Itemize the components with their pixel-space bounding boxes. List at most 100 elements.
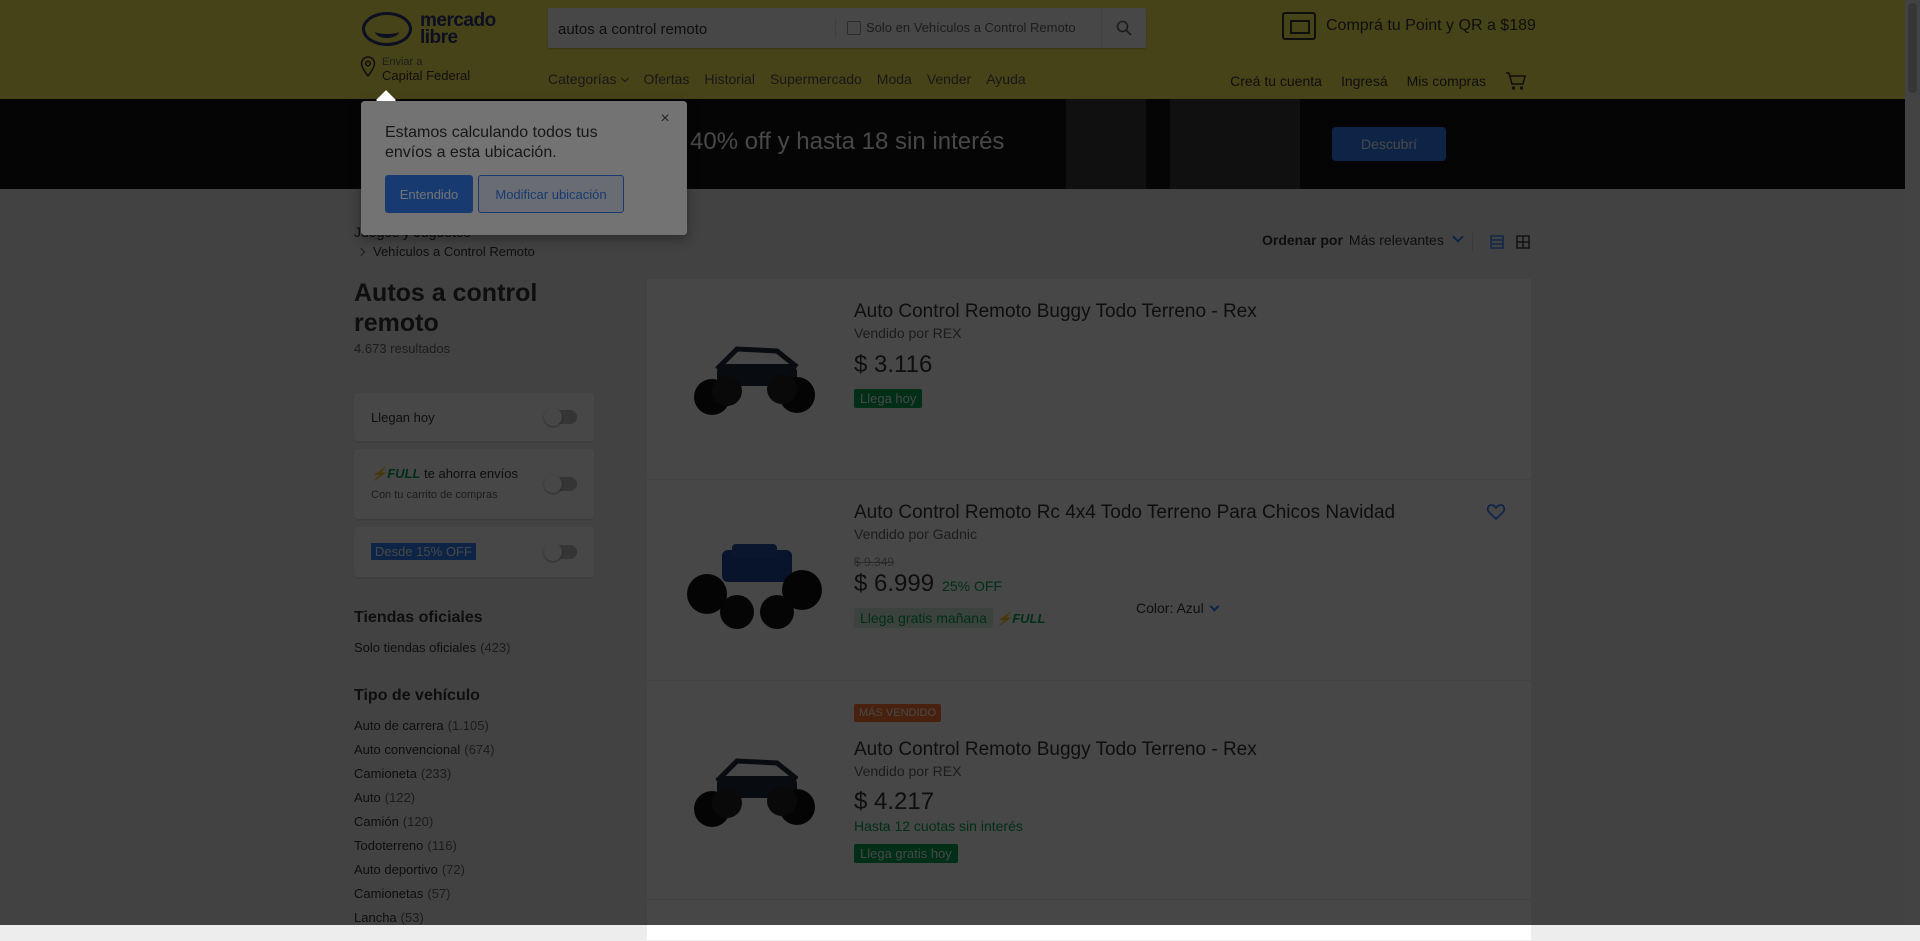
nav-historial[interactable]: Historial — [704, 71, 755, 87]
item-price: $ 4.217 — [854, 788, 935, 815]
sort-dropdown[interactable]: Ordenar por Más relevantes — [1262, 231, 1464, 248]
item-seller: Vendido por REX — [854, 763, 962, 779]
scrollbar-track[interactable] — [1905, 0, 1920, 925]
grid-view-icon[interactable] — [1516, 235, 1530, 249]
filter-link-qty: (53) — [400, 910, 424, 925]
location-city: Capital Federal — [382, 68, 471, 83]
result-item[interactable]: MÁS VENDIDO Auto Control Remoto Buggy To… — [647, 681, 1531, 900]
chevron-down-icon — [621, 73, 630, 83]
account-nav: Creá tu cuenta Ingresá Mis compras — [1230, 71, 1527, 91]
filter-vehicle-type[interactable]: Camioneta (233) — [354, 766, 451, 781]
item-title[interactable]: Auto Control Remoto Buggy Todo Terreno -… — [854, 301, 1257, 323]
discount-tag: Desde 15% OFF — [371, 543, 476, 560]
color-selector[interactable]: Color: Azul — [1136, 600, 1220, 616]
item-old-price: $ 9.349 — [854, 555, 895, 569]
shipping-location[interactable]: Enviar a Capital Federal — [360, 56, 470, 84]
cart-icon[interactable] — [1505, 71, 1527, 91]
list-view-icon[interactable] — [1490, 235, 1504, 249]
filter-discount[interactable]: Desde 15% OFF — [354, 527, 594, 577]
search-category-label: Solo en Vehículos a Control Remoto — [866, 20, 1076, 35]
chevron-down-icon — [1452, 231, 1464, 243]
full-badge-text: FULL — [1012, 611, 1046, 626]
filter-link-qty: (72) — [441, 862, 465, 877]
breadcrumb-current[interactable]: Vehículos a Control Remoto — [356, 244, 535, 259]
filter-official-stores[interactable]: Solo tiendas oficiales (423) — [354, 640, 511, 655]
scrollbar-thumb[interactable] — [1908, 3, 1917, 93]
nav-supermercado[interactable]: Supermercado — [770, 71, 862, 87]
filter-vehicle-type[interactable]: Camionetas (57) — [354, 886, 451, 901]
item-title[interactable]: Auto Control Remoto Rc 4x4 Todo Terreno … — [854, 502, 1395, 524]
search-category-checkbox[interactable]: Solo en Vehículos a Control Remoto — [847, 20, 1076, 35]
my-purchases-link[interactable]: Mis compras — [1407, 73, 1486, 89]
filter-llegan-hoy[interactable]: Llegan hoy — [354, 393, 594, 441]
shipping-badge: Llega gratis hoy — [854, 844, 958, 863]
item-seller: Vendido por Gadnic — [854, 526, 977, 542]
result-item[interactable] — [647, 900, 1531, 941]
filter-discount-toggle[interactable] — [544, 543, 577, 561]
nav-ayuda[interactable]: Ayuda — [986, 71, 1025, 87]
filter-vehicle-type[interactable]: Auto de carrera (1.105) — [354, 718, 489, 733]
item-price: $ 6.999 — [854, 570, 935, 597]
filter-full-toggle[interactable] — [544, 475, 577, 493]
filter-vehicle-type[interactable]: Camión (120) — [354, 814, 433, 829]
full-bolt-icon: ⚡ — [371, 466, 388, 481]
checkbox-box[interactable] — [847, 20, 861, 35]
item-discount: 25% OFF — [942, 578, 1002, 594]
results-count: 4.673 resultados — [354, 341, 451, 356]
color-selector-label: Color: Azul — [1136, 600, 1204, 616]
product-image-rc-4x4[interactable] — [677, 520, 827, 640]
full-badge: ⚡FULL — [996, 611, 1045, 627]
filter-link-label: Solo tiendas oficiales — [354, 640, 477, 655]
best-seller-badge: MÁS VENDIDO — [854, 704, 942, 722]
item-installments: Hasta 12 cuotas sin interés — [854, 818, 1023, 834]
full-logo-text: FULL — [387, 466, 421, 481]
filter-vehicle-type[interactable]: Auto deportivo (72) — [354, 862, 465, 877]
product-image-rc-buggy[interactable] — [677, 731, 827, 851]
filter-full-sub: Con tu carrito de compras — [371, 489, 498, 501]
search-button[interactable] — [1101, 8, 1146, 48]
chevron-right-icon — [356, 247, 366, 256]
banner-product-image — [1170, 99, 1300, 189]
nav-vender[interactable]: Vender — [927, 71, 971, 87]
create-account-link[interactable]: Creá tu cuenta — [1230, 73, 1322, 89]
item-price: $ 3.116 — [854, 351, 933, 378]
search-divider — [835, 18, 836, 38]
filter-vehicle-type[interactable]: Auto convencional (674) — [354, 742, 495, 757]
item-price-row: $ 6.999 25% OFF — [854, 570, 1002, 598]
search-icon — [1116, 20, 1132, 36]
banner-discover-button[interactable]: Descubrí — [1332, 127, 1446, 161]
result-item[interactable]: Auto Control Remoto Buggy Todo Terreno -… — [647, 279, 1531, 480]
page-title: Autos a control remoto — [354, 279, 538, 337]
filter-link-qty: (116) — [427, 838, 457, 853]
point-promo[interactable]: Comprá tu Point y QR a $189 — [1282, 12, 1536, 40]
item-seller: Vendido por REX — [854, 325, 962, 341]
filter-link-label: Todoterreno — [354, 838, 424, 853]
item-title[interactable]: Auto Control Remoto Buggy Todo Terreno -… — [854, 739, 1257, 761]
sort-label: Ordenar por — [1262, 232, 1343, 248]
vehicle-type-heading: Tipo de vehículo — [354, 687, 480, 704]
filter-link-label: Auto de carrera — [354, 718, 444, 733]
filter-link-label: Auto deportivo — [354, 862, 438, 877]
filter-full[interactable]: ⚡FULL te ahorra envíos Con tu carrito de… — [354, 449, 594, 519]
filter-llegan-hoy-toggle[interactable] — [544, 408, 577, 426]
heart-icon[interactable] — [1486, 502, 1506, 522]
nav-categorias[interactable]: Categorías — [548, 71, 630, 87]
close-icon[interactable]: × — [657, 111, 673, 127]
modify-location-button[interactable]: Modificar ubicación — [478, 175, 624, 213]
mercadolibre-logo[interactable]: mercado libre — [362, 8, 502, 50]
understood-button[interactable]: Entendido — [385, 175, 473, 213]
login-link[interactable]: Ingresá — [1341, 73, 1388, 89]
filter-full-label: ⚡FULL te ahorra envíos — [371, 466, 518, 482]
nav-ofertas[interactable]: Ofertas — [643, 71, 689, 87]
filter-vehicle-type[interactable]: Lancha (53) — [354, 910, 424, 925]
point-promo-text: Comprá tu Point y QR a $189 — [1326, 17, 1536, 34]
promo-banner[interactable]: a 40% off y hasta 18 sin interés Descubr… — [0, 99, 1905, 189]
shipping-badge: Llega gratis mañana — [854, 608, 993, 628]
filter-vehicle-type[interactable]: Auto (122) — [354, 790, 415, 805]
search-input[interactable] — [556, 8, 860, 50]
product-image-rc-buggy[interactable] — [677, 319, 827, 439]
nav-moda[interactable]: Moda — [877, 71, 912, 87]
result-item[interactable]: Auto Control Remoto Rc 4x4 Todo Terreno … — [647, 480, 1531, 681]
filter-link-label: Auto convencional — [354, 742, 461, 757]
filter-vehicle-type[interactable]: Todoterreno (116) — [354, 838, 457, 853]
